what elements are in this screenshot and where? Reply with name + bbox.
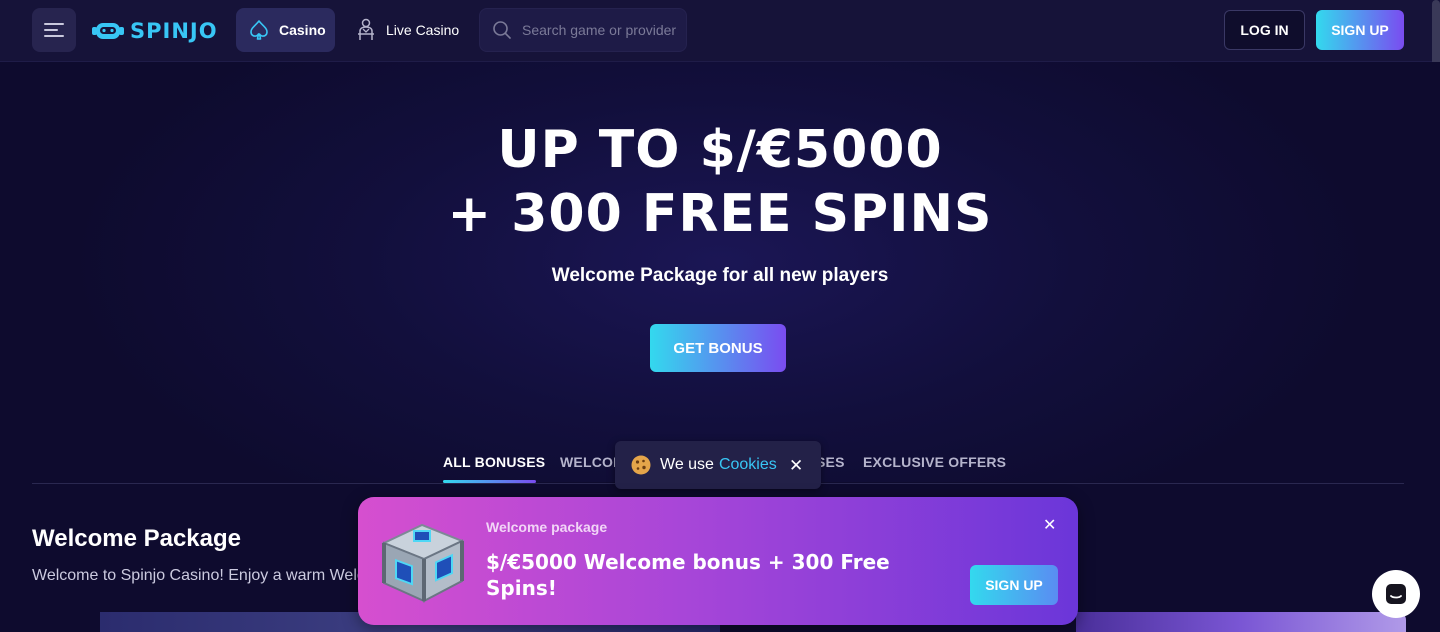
menu-button[interactable]	[32, 8, 76, 52]
logo-text: SPINJO	[130, 19, 218, 43]
section-description: Welcome to Spinjo Casino! Enjoy a warm W…	[32, 567, 362, 584]
tab-exclusive-offers[interactable]: EXCLUSIVE OFFERS	[863, 454, 1006, 470]
dealer-icon	[356, 18, 376, 42]
hero-subtitle: Welcome Package for all new players	[551, 265, 889, 286]
search-icon	[493, 21, 511, 39]
nav-live-casino[interactable]: Live Casino	[356, 8, 459, 52]
cookie-close-button[interactable]: ✕	[789, 456, 803, 476]
spinjo-logo[interactable]: SPINJO	[92, 16, 218, 46]
hero-title-line1: UP TO $/€5000	[497, 120, 943, 180]
hero-title-line2: + 300 FREE SPINS	[447, 184, 993, 244]
search-box[interactable]	[479, 8, 687, 52]
cookie-icon	[630, 454, 652, 476]
cookie-link[interactable]: Cookies	[719, 456, 777, 474]
hamburger-icon	[44, 23, 64, 37]
promo-close-button[interactable]: ✕	[1043, 515, 1056, 535]
promo-label: Welcome package	[486, 519, 608, 535]
robot-logo-icon	[92, 23, 124, 39]
get-bonus-button[interactable]: GET BONUS	[650, 324, 786, 372]
nav-casino[interactable]: Casino	[236, 8, 335, 52]
hero-title: UP TO $/€5000 + 300 FREE SPINS	[0, 118, 1440, 246]
cookie-text: We use	[660, 456, 714, 473]
search-input[interactable]	[522, 22, 682, 38]
promo-card-image-right[interactable]	[1076, 612, 1406, 632]
top-header: SPINJO Casino Live Casino LOG IN SIGN UP	[0, 0, 1440, 62]
section-title: Welcome Package	[32, 525, 242, 552]
promo-signup-button[interactable]: SIGN UP	[970, 565, 1058, 605]
cookie-notice: We use Cookies ✕	[615, 441, 821, 489]
promo-text: $/€5000 Welcome bonus + 300 Free Spins!	[486, 550, 890, 600]
spade-icon	[249, 19, 269, 41]
chat-button[interactable]	[1372, 570, 1420, 618]
tab-all-bonuses[interactable]: ALL BONUSES	[443, 454, 545, 470]
nav-casino-label: Casino	[279, 22, 326, 38]
chat-icon	[1386, 584, 1406, 604]
welcome-promo-popup: Welcome package $/€5000 Welcome bonus + …	[358, 497, 1078, 625]
chest-icon	[381, 523, 465, 603]
login-button[interactable]: LOG IN	[1224, 10, 1305, 50]
signup-button[interactable]: SIGN UP	[1316, 10, 1404, 50]
nav-live-casino-label: Live Casino	[386, 22, 460, 38]
